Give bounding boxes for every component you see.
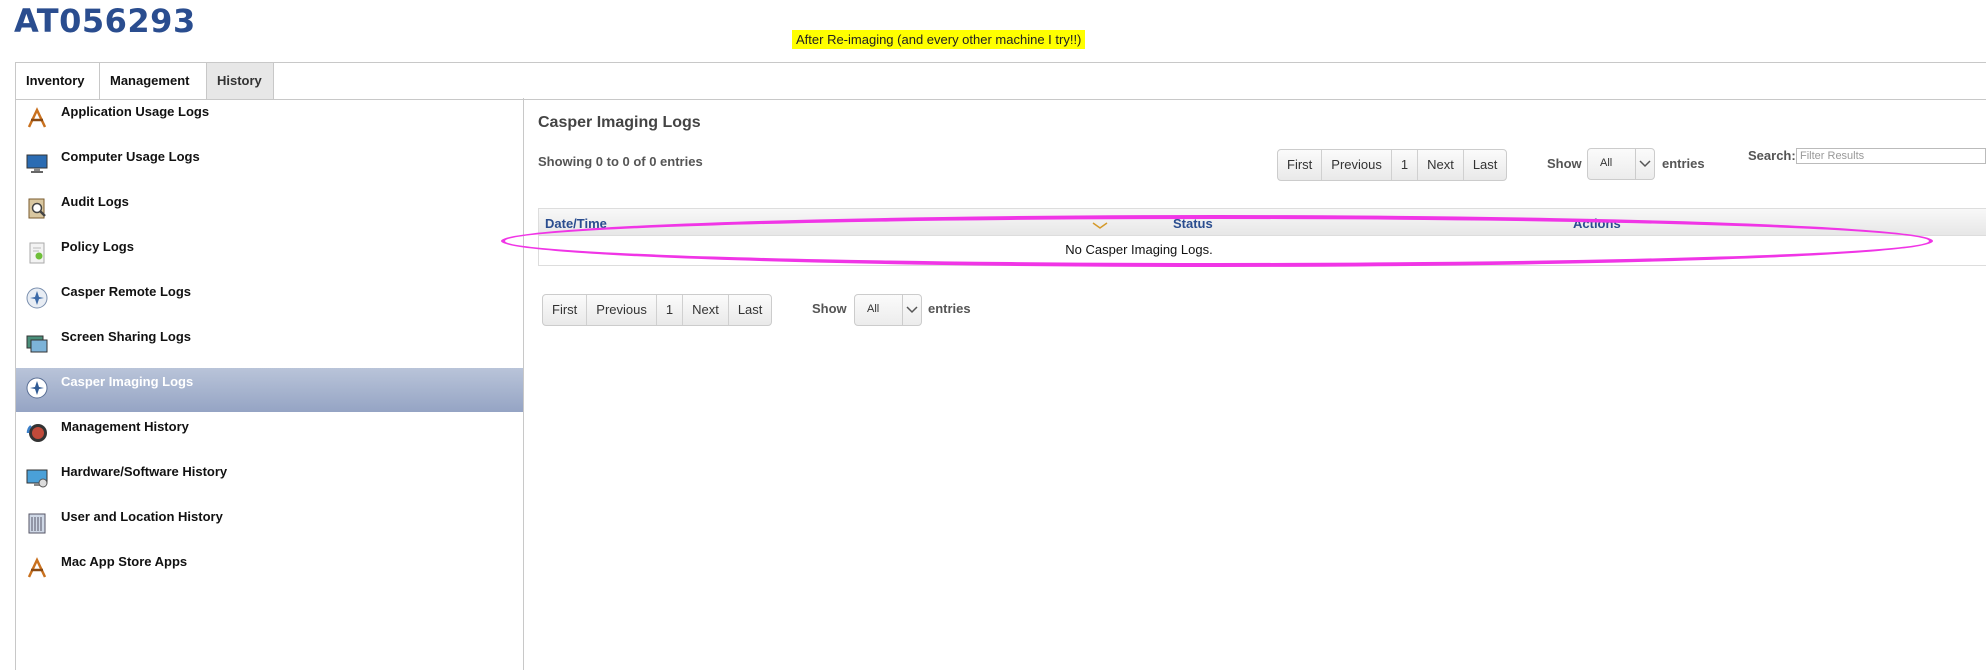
main-panel: Casper Imaging Logs Showing 0 to 0 of 0 … (523, 98, 1986, 670)
tab-bar: Inventory Management History (15, 62, 1986, 100)
sidebar-item-policy-logs[interactable]: Policy Logs (16, 233, 523, 277)
chevron-down-icon (1635, 149, 1654, 179)
sidebar-item-management-history[interactable]: Management History (16, 413, 523, 457)
tab-inventory[interactable]: Inventory (15, 63, 99, 99)
sidebar-item-label: Computer Usage Logs (61, 149, 200, 164)
sidebar-item-user-and-location-history[interactable]: User and Location History (16, 503, 523, 547)
sidebar-item-label: Policy Logs (61, 239, 134, 254)
sidebar-item-label: Application Usage Logs (61, 104, 210, 119)
hardware-software-icon (25, 466, 49, 490)
table-header: Date/Time Status Actions (539, 209, 1986, 236)
show-entries-value: All (867, 303, 880, 315)
sidebar-item-casper-remote-logs[interactable]: Casper Remote Logs (16, 278, 523, 322)
page-number-button[interactable]: 1 (657, 295, 684, 325)
sidebar-item-label: Hardware/Software History (61, 464, 228, 479)
tab-management[interactable]: Management (99, 63, 206, 99)
search-input[interactable] (1796, 148, 1986, 164)
sidebar-item-label: Casper Imaging Logs (61, 374, 194, 389)
app-store-icon (25, 556, 49, 580)
sort-descending-icon[interactable] (1092, 217, 1108, 229)
entries-label: entries (1662, 156, 1705, 171)
sidebar-item-label: Casper Remote Logs (61, 284, 192, 299)
magnifier-clipboard-icon (25, 196, 49, 220)
sidebar-item-label: Audit Logs (61, 194, 129, 209)
chevron-down-icon (902, 295, 921, 325)
showing-entries-text: Showing 0 to 0 of 0 entries (538, 154, 703, 169)
next-page-button[interactable]: Next (1418, 150, 1464, 180)
pagination-bottom: First Previous 1 Next Last (542, 294, 773, 326)
pagination-top: First Previous 1 Next Last (1277, 149, 1508, 181)
page-number-button[interactable]: 1 (1392, 150, 1419, 180)
previous-page-button[interactable]: Previous (587, 295, 657, 325)
sidebar-item-label: Screen Sharing Logs (61, 329, 192, 344)
show-label: Show (812, 301, 847, 316)
last-page-button[interactable]: Last (1464, 150, 1507, 180)
column-header-date-time[interactable]: Date/Time (545, 216, 607, 231)
show-entries-select[interactable]: All (854, 294, 922, 326)
last-page-button[interactable]: Last (729, 295, 772, 325)
management-history-icon (25, 421, 49, 445)
show-entries-select[interactable]: All (1587, 148, 1655, 180)
column-header-status[interactable]: Status (1173, 216, 1213, 231)
sidebar-item-label: Management History (61, 419, 189, 434)
annotation-note: After Re-imaging (and every other machin… (792, 30, 1086, 49)
section-title: Casper Imaging Logs (538, 114, 701, 131)
sidebar-item-mac-app-store-apps[interactable]: Mac App Store Apps (16, 548, 523, 592)
column-header-actions[interactable]: Actions (1573, 216, 1621, 231)
sidebar-item-label: Mac App Store Apps (61, 554, 188, 569)
sidebar-item-screen-sharing-logs[interactable]: Screen Sharing Logs (16, 323, 523, 367)
sidebar-item-computer-usage-logs[interactable]: Computer Usage Logs (16, 143, 523, 187)
next-page-button[interactable]: Next (683, 295, 729, 325)
app-store-icon (25, 106, 49, 130)
monitor-icon (25, 151, 49, 175)
sidebar-item-label: User and Location History (61, 509, 223, 524)
sidebar-item-casper-imaging-logs[interactable]: Casper Imaging Logs (16, 368, 523, 412)
show-label: Show (1547, 156, 1582, 171)
casper-remote-icon (25, 286, 49, 310)
tab-history[interactable]: History (206, 63, 274, 99)
screen-sharing-icon (25, 331, 49, 355)
first-page-button[interactable]: First (1278, 150, 1323, 180)
imaging-logs-table: Date/Time Status Actions No Casper Imagi… (538, 208, 1986, 266)
empty-table-message: No Casper Imaging Logs. (1065, 242, 1213, 257)
policy-document-icon (25, 241, 49, 265)
building-icon (25, 511, 49, 535)
sidebar-item-audit-logs[interactable]: Audit Logs (16, 188, 523, 232)
casper-imaging-icon (25, 376, 49, 400)
computer-name-title: AT056293 (14, 2, 196, 40)
entries-label: entries (928, 301, 971, 316)
history-sidebar: Application Usage Logs Computer Usage Lo… (15, 98, 524, 670)
sidebar-item-hardware-software-history[interactable]: Hardware/Software History (16, 458, 523, 502)
search-label: Search: (1748, 148, 1796, 163)
show-entries-value: All (1600, 157, 1613, 169)
previous-page-button[interactable]: Previous (1322, 150, 1392, 180)
first-page-button[interactable]: First (543, 295, 588, 325)
sidebar-item-application-usage-logs[interactable]: Application Usage Logs (16, 98, 523, 142)
